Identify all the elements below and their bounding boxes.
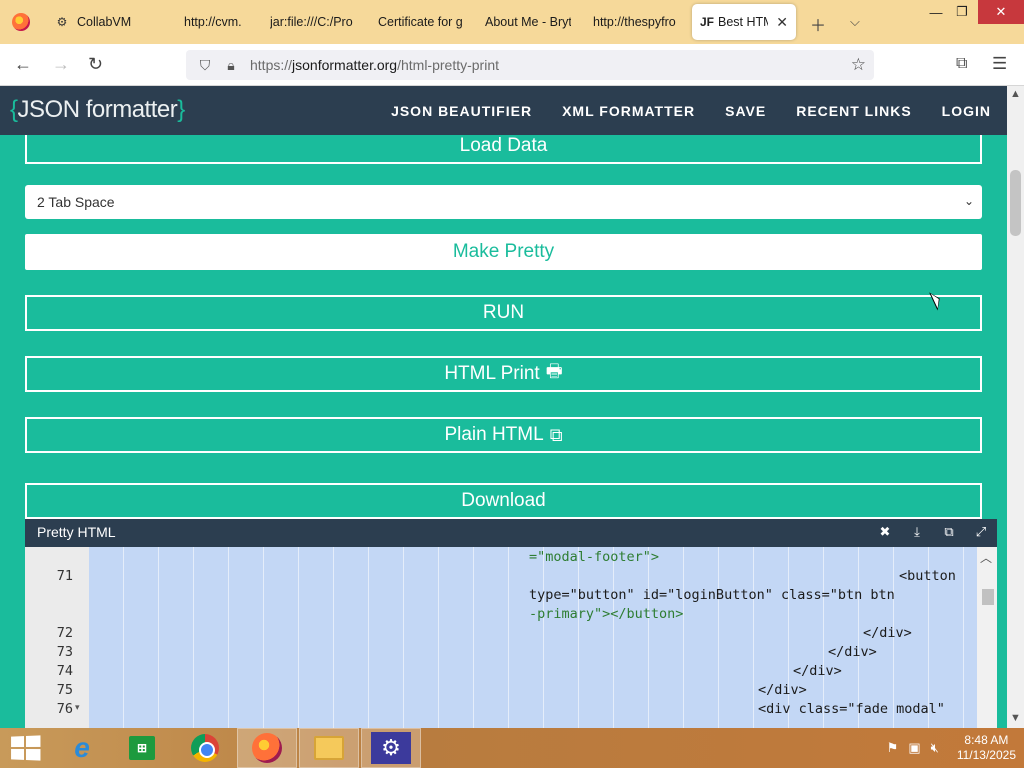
line-number: 72 (56, 625, 73, 641)
line-number: 75 (56, 682, 73, 698)
forward-arrow-icon[interactable]: → (52, 54, 70, 75)
settings-app-icon[interactable]: ⚙ (361, 728, 421, 768)
tab-cvm[interactable]: http://cvm. (184, 4, 250, 40)
close-tab-icon[interactable]: ✕ (776, 14, 788, 31)
store-icon[interactable]: ⊞ (112, 728, 172, 768)
reload-icon[interactable]: ↻ (88, 54, 103, 75)
nav-xml-formatter[interactable]: XML FORMATTER (562, 103, 695, 119)
clear-icon[interactable]: ✖ (877, 524, 893, 540)
site-logo[interactable]: {JSON formatter} (10, 96, 185, 124)
close-window-icon[interactable]: ✕ (978, 0, 1024, 24)
nav-recent-links[interactable]: RECENT LINKS (796, 103, 911, 119)
line-number: 74 (56, 663, 73, 679)
code-editor[interactable]: 71 72 73 74 75 76 ▾ ="modal-footer"> <bu… (25, 547, 997, 728)
lock-icon[interactable]: 🔒︎ (220, 57, 242, 74)
download-button[interactable]: Download (25, 483, 982, 519)
site-nav: JSON BEAUTIFIER XML FORMATTER SAVE RECEN… (391, 86, 991, 135)
file-explorer-icon[interactable] (299, 728, 359, 768)
restore-icon[interactable]: ❐ (950, 0, 974, 24)
firefox-menu-icon[interactable] (0, 0, 42, 44)
line-number-gutter: 71 72 73 74 75 76 ▾ (25, 547, 89, 728)
html-print-button[interactable]: HTML Print 🖶 (25, 356, 982, 392)
gear-icon: ⚙ (56, 15, 68, 29)
tab-best-html[interactable]: JF Best HTM ✕ (692, 4, 796, 40)
volume-muted-icon[interactable]: 🔇︎ (931, 740, 939, 756)
new-tab-icon[interactable]: ＋ (810, 12, 826, 36)
code-selection[interactable]: ="modal-footer"> <button type="button" i… (89, 547, 977, 728)
tab-about-me[interactable]: About Me - Bryt (485, 4, 571, 40)
windows-start-icon[interactable] (11, 735, 41, 761)
editor-title: Pretty HTML (37, 524, 116, 540)
main-content: Load Data 2 Tab Space ⌄ Make Pretty RUN … (0, 135, 1007, 728)
indent-select[interactable]: 2 Tab Space ⌄ (25, 185, 982, 219)
line-number: 76 (56, 701, 73, 717)
system-tray: ⚑ ▣ 🔇︎ 8:48 AM 11/13/2025 (887, 728, 1016, 768)
load-data-button[interactable]: Load Data (25, 135, 982, 164)
plain-html-button[interactable]: Plain HTML ⧉ (25, 417, 982, 453)
url-bar[interactable]: ⛉ 🔒︎ https://jsonformatter.org/html-pret… (186, 50, 874, 80)
line-number: 73 (56, 644, 73, 660)
chevron-down-icon: ⌄ (963, 194, 974, 208)
code-line: type="button" id="loginButton" class="bt… (529, 587, 895, 603)
line-number: 71 (56, 568, 73, 584)
flag-icon[interactable]: ⚑ (887, 740, 899, 756)
extensions-icon[interactable]: ⧉ (956, 55, 967, 73)
shield-icon[interactable]: ⛉ (194, 57, 216, 74)
clock[interactable]: 8:48 AM 11/13/2025 (957, 733, 1016, 763)
site-header: {JSON formatter} JSON BEAUTIFIER XML FOR… (0, 86, 1007, 135)
page-scroll-thumb[interactable] (1010, 170, 1021, 236)
editor-scroll-thumb[interactable] (982, 589, 994, 605)
scroll-down-icon[interactable]: ▼ (1010, 712, 1021, 724)
code-line: -primary"></button> (529, 606, 684, 622)
code-line: <div class="fade modal" (758, 701, 945, 717)
page-scrollbar[interactable]: ▲ ▼ (1007, 86, 1024, 728)
tab-thespyfro[interactable]: http://thespyfro (593, 4, 679, 40)
hamburger-menu-icon[interactable]: ☰ (992, 54, 1007, 74)
url-text[interactable]: https://jsonformatter.org/html-pretty-pr… (250, 57, 499, 73)
back-arrow-icon[interactable]: ← (14, 54, 32, 75)
browser-nav-bar: ← → ↻ ⛉ 🔒︎ https://jsonformatter.org/htm… (0, 44, 1024, 86)
chevron-down-icon[interactable]: ⌵ (850, 14, 860, 30)
network-icon[interactable]: ▣ (908, 740, 920, 756)
fullscreen-icon[interactable]: ⤢ (973, 524, 989, 540)
tab-certificate[interactable]: Certificate for g (378, 4, 462, 40)
nav-json-beautifier[interactable]: JSON BEAUTIFIER (391, 103, 532, 119)
internet-explorer-icon[interactable]: e (52, 728, 112, 768)
scroll-up-icon[interactable]: ▲ (1010, 88, 1021, 100)
taskbar: e ⊞ ⚙ ⚑ ▣ 🔇︎ 8:48 AM 11/13/2025 (0, 728, 1024, 768)
editor-header: Pretty HTML ✖ ⤓ ⧉ ⤢ (25, 519, 997, 547)
download-icon[interactable]: ⤓ (909, 524, 925, 540)
tab-jar-file[interactable]: jar:file:///C:/Pro (270, 4, 356, 40)
editor-scrollbar[interactable]: ︿ (977, 547, 997, 728)
code-line: </div> (793, 663, 842, 679)
bookmark-star-icon[interactable]: ☆ (851, 55, 866, 75)
code-line: </div> (758, 682, 807, 698)
fold-arrow-icon[interactable]: ▾ (75, 702, 80, 713)
code-line: </div> (863, 625, 912, 641)
editor-toolbar: ✖ ⤓ ⧉ ⤢ (877, 524, 989, 540)
printer-icon: 🖶 (545, 361, 563, 381)
external-link-icon: ⧉ (549, 424, 563, 445)
chevron-up-icon[interactable]: ︿ (980, 549, 992, 566)
code-line: <button (899, 568, 956, 584)
minimize-icon[interactable]: — (924, 0, 948, 24)
browser-tab-bar: ⚙ CollabVM http://cvm. jar:file:///C:/Pr… (0, 0, 1024, 44)
firefox-taskbar-icon[interactable] (237, 728, 297, 768)
chrome-icon[interactable] (175, 728, 235, 768)
tab-collabvm[interactable]: ⚙ CollabVM (54, 4, 174, 40)
copy-icon[interactable]: ⧉ (941, 524, 957, 540)
nav-login[interactable]: LOGIN (942, 103, 991, 119)
jf-favicon-icon: JF (700, 15, 715, 29)
make-pretty-button[interactable]: Make Pretty (25, 234, 982, 270)
run-button[interactable]: RUN (25, 295, 982, 331)
code-line: ="modal-footer"> (529, 549, 660, 565)
nav-save[interactable]: SAVE (725, 103, 766, 119)
code-line: </div> (828, 644, 877, 660)
